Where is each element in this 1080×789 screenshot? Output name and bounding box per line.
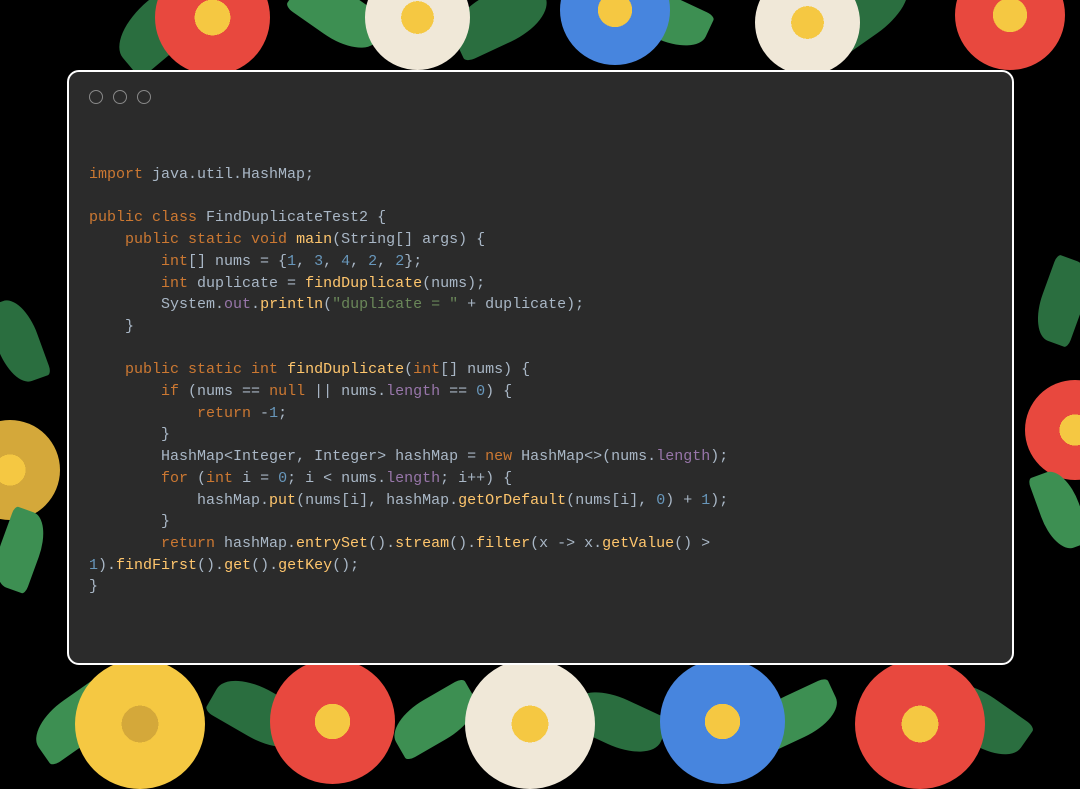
- close-button[interactable]: [89, 90, 103, 104]
- window-controls: [89, 90, 992, 104]
- maximize-button[interactable]: [137, 90, 151, 104]
- minimize-button[interactable]: [113, 90, 127, 104]
- code-content[interactable]: import java.util.HashMap; public class F…: [89, 164, 992, 598]
- code-editor-window: import java.util.HashMap; public class F…: [67, 70, 1014, 665]
